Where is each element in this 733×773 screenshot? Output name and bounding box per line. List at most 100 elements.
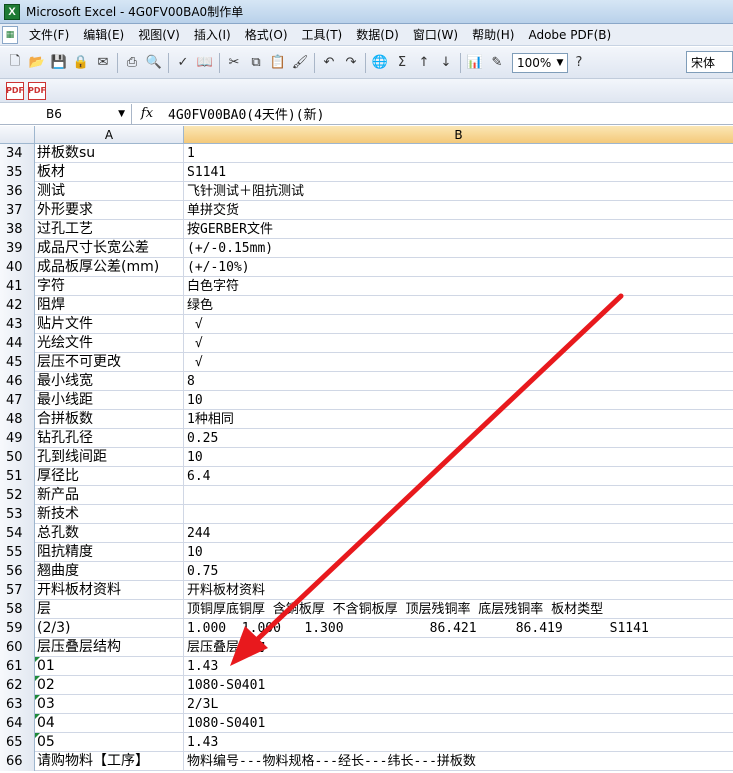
- row-header[interactable]: 56: [0, 562, 35, 581]
- cell-b[interactable]: (+/-0.15mm): [184, 239, 733, 258]
- worksheet-grid[interactable]: A B 34 拼板数su 1 35 板材 S1141 36 测试 飞针测试＋阻抗测试 37 外形要求…: [0, 126, 733, 773]
- cell-a[interactable]: 成品板厚公差(mm): [35, 258, 184, 277]
- row-header[interactable]: 47: [0, 391, 35, 410]
- cell-b[interactable]: √: [184, 315, 733, 334]
- row-header[interactable]: 48: [0, 410, 35, 429]
- cell-b[interactable]: [184, 505, 733, 524]
- cell-b[interactable]: 顶铜厚底铜厚 含铜板厚 不含铜板厚 顶层残铜率 底层残铜率 板材类型: [184, 600, 733, 619]
- zoom-select[interactable]: 100% ▼: [512, 52, 568, 73]
- cell-a[interactable]: 成品尺寸长宽公差: [35, 239, 184, 258]
- cell-b[interactable]: 0.75: [184, 562, 733, 581]
- permission-icon[interactable]: 🔒: [71, 53, 91, 73]
- new-icon[interactable]: 🗋: [5, 53, 25, 73]
- cell-a[interactable]: 字符: [35, 277, 184, 296]
- row-header[interactable]: 65: [0, 733, 35, 752]
- convert-and-email-pdf-icon[interactable]: PDF: [28, 81, 46, 100]
- column-header-b[interactable]: B: [184, 126, 733, 144]
- cell-a[interactable]: 板材: [35, 163, 184, 182]
- cell-b[interactable]: √: [184, 334, 733, 353]
- cell-a[interactable]: 请购物料【工序】: [35, 752, 184, 771]
- cell-b[interactable]: 层压叠层结构: [184, 638, 733, 657]
- cell-b[interactable]: 1.000 1.000 1.300 86.421 86.419 S1141: [184, 619, 733, 638]
- row-header[interactable]: 42: [0, 296, 35, 315]
- sort-descending-icon[interactable]: ↓: [436, 53, 456, 73]
- cell-b[interactable]: 开料板材资料: [184, 581, 733, 600]
- function-icon[interactable]: fx: [132, 106, 162, 121]
- menu-tools[interactable]: 工具(T): [295, 26, 350, 43]
- cell-a[interactable]: 翘曲度: [35, 562, 184, 581]
- cell-b[interactable]: 按GERBER文件: [184, 220, 733, 239]
- row-header[interactable]: 62: [0, 676, 35, 695]
- open-icon[interactable]: 📂: [27, 53, 47, 73]
- cell-a[interactable]: 层: [35, 600, 184, 619]
- menu-view[interactable]: 视图(V): [131, 26, 187, 43]
- cell-b[interactable]: 6.4: [184, 467, 733, 486]
- select-all-corner[interactable]: [0, 126, 35, 144]
- cell-a[interactable]: 03: [35, 695, 184, 714]
- row-header[interactable]: 38: [0, 220, 35, 239]
- cell-b[interactable]: 8: [184, 372, 733, 391]
- autosum-icon[interactable]: Σ: [392, 53, 412, 73]
- cell-b[interactable]: 物料编号---物料规格---经长---纬长---拼板数: [184, 752, 733, 771]
- cell-a[interactable]: 测试: [35, 182, 184, 201]
- cell-b[interactable]: [184, 486, 733, 505]
- cell-a[interactable]: 05: [35, 733, 184, 752]
- research-icon[interactable]: 📖: [195, 53, 215, 73]
- paste-icon[interactable]: 📋: [268, 53, 288, 73]
- cell-b[interactable]: 1080-S0401: [184, 714, 733, 733]
- row-header[interactable]: 60: [0, 638, 35, 657]
- menu-edit[interactable]: 编辑(E): [76, 26, 131, 43]
- cell-b[interactable]: 2/3L: [184, 695, 733, 714]
- row-header[interactable]: 49: [0, 429, 35, 448]
- cell-a[interactable]: 总孔数: [35, 524, 184, 543]
- hyperlink-icon[interactable]: 🌐: [370, 53, 390, 73]
- menu-insert[interactable]: 插入(I): [187, 26, 238, 43]
- cell-a[interactable]: (2/3): [35, 619, 184, 638]
- chevron-down-icon[interactable]: ▼: [118, 109, 125, 119]
- cell-a[interactable]: 04: [35, 714, 184, 733]
- cell-a[interactable]: 钻孔孔径: [35, 429, 184, 448]
- menu-window[interactable]: 窗口(W): [406, 26, 465, 43]
- font-select[interactable]: 宋体: [686, 51, 733, 73]
- cell-b[interactable]: 飞针测试＋阻抗测试: [184, 182, 733, 201]
- formula-input[interactable]: 4G0FV00BA0(4天件)(新): [162, 104, 324, 123]
- print-icon[interactable]: ⎙: [122, 53, 142, 73]
- help-icon[interactable]: ?: [569, 53, 589, 73]
- email-icon[interactable]: ✉: [93, 53, 113, 73]
- cell-a[interactable]: 层压叠层结构: [35, 638, 184, 657]
- cell-b[interactable]: 10: [184, 391, 733, 410]
- row-header[interactable]: 40: [0, 258, 35, 277]
- save-icon[interactable]: 💾: [49, 53, 69, 73]
- row-header[interactable]: 59: [0, 619, 35, 638]
- row-header[interactable]: 37: [0, 201, 35, 220]
- row-header[interactable]: 39: [0, 239, 35, 258]
- drawing-icon[interactable]: ✎: [487, 53, 507, 73]
- row-header[interactable]: 53: [0, 505, 35, 524]
- sort-ascending-icon[interactable]: ↑: [414, 53, 434, 73]
- cell-a[interactable]: 孔到线间距: [35, 448, 184, 467]
- cell-b[interactable]: 绿色: [184, 296, 733, 315]
- cell-b[interactable]: 1.43: [184, 733, 733, 752]
- cell-b[interactable]: 10: [184, 448, 733, 467]
- row-header[interactable]: 63: [0, 695, 35, 714]
- cell-b[interactable]: 1080-S0401: [184, 676, 733, 695]
- cell-a[interactable]: 合拼板数: [35, 410, 184, 429]
- cell-a[interactable]: 最小线宽: [35, 372, 184, 391]
- row-header[interactable]: 57: [0, 581, 35, 600]
- row-header[interactable]: 46: [0, 372, 35, 391]
- row-header[interactable]: 61: [0, 657, 35, 676]
- row-header[interactable]: 64: [0, 714, 35, 733]
- cell-a[interactable]: 层压不可更改: [35, 353, 184, 372]
- cell-b[interactable]: 单拼交货: [184, 201, 733, 220]
- cell-a[interactable]: 过孔工艺: [35, 220, 184, 239]
- chevron-down-icon[interactable]: ▼: [555, 58, 565, 68]
- cell-a[interactable]: 阻抗精度: [35, 543, 184, 562]
- cell-a[interactable]: 拼板数su: [35, 144, 184, 163]
- cell-a[interactable]: 02: [35, 676, 184, 695]
- cell-b[interactable]: 1种相同: [184, 410, 733, 429]
- convert-to-pdf-icon[interactable]: PDF: [6, 81, 24, 100]
- spelling-icon[interactable]: ✓: [173, 53, 193, 73]
- row-header[interactable]: 52: [0, 486, 35, 505]
- cell-a[interactable]: 光绘文件: [35, 334, 184, 353]
- column-header-a[interactable]: A: [35, 126, 184, 144]
